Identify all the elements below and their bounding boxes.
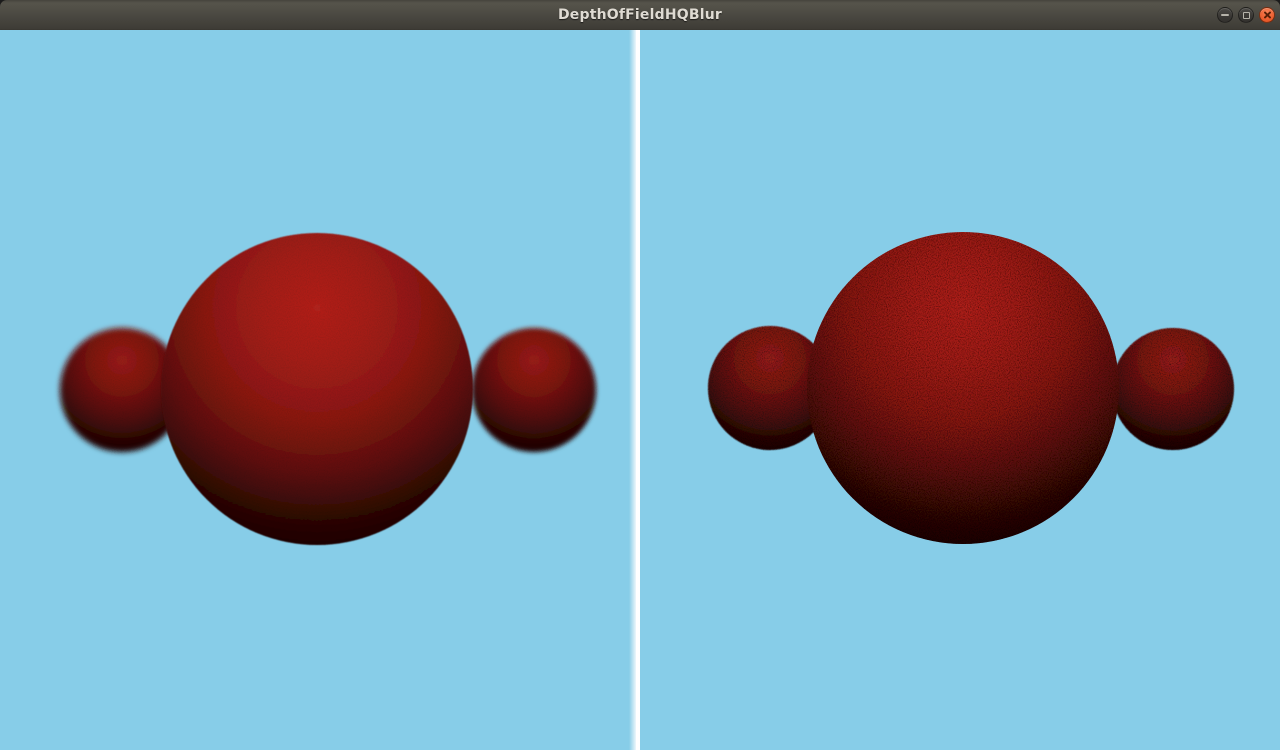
right-pane-center-sphere [807,232,1119,544]
render-viewport [0,30,1280,750]
left-pane-side-sphere-right [472,328,596,452]
minimize-button[interactable] [1217,7,1233,23]
close-icon [1262,10,1272,20]
pane-noise-dof [640,30,1280,750]
dof-smooth-render [0,30,636,750]
left-pane-center-sphere [161,233,473,545]
window-controls [1217,0,1275,30]
window-title: DepthOfFieldHQBlur [558,7,722,23]
right-pane-side-sphere-right [1112,328,1234,450]
maximize-icon [1243,12,1250,19]
minimize-icon [1221,14,1229,16]
titlebar[interactable]: DepthOfFieldHQBlur [0,0,1280,30]
pane-smooth-dof [0,30,636,750]
close-button[interactable] [1259,7,1275,23]
dof-noise-render [640,30,1280,750]
app-window: DepthOfFieldHQBlur [0,0,1280,750]
maximize-button[interactable] [1238,7,1254,23]
